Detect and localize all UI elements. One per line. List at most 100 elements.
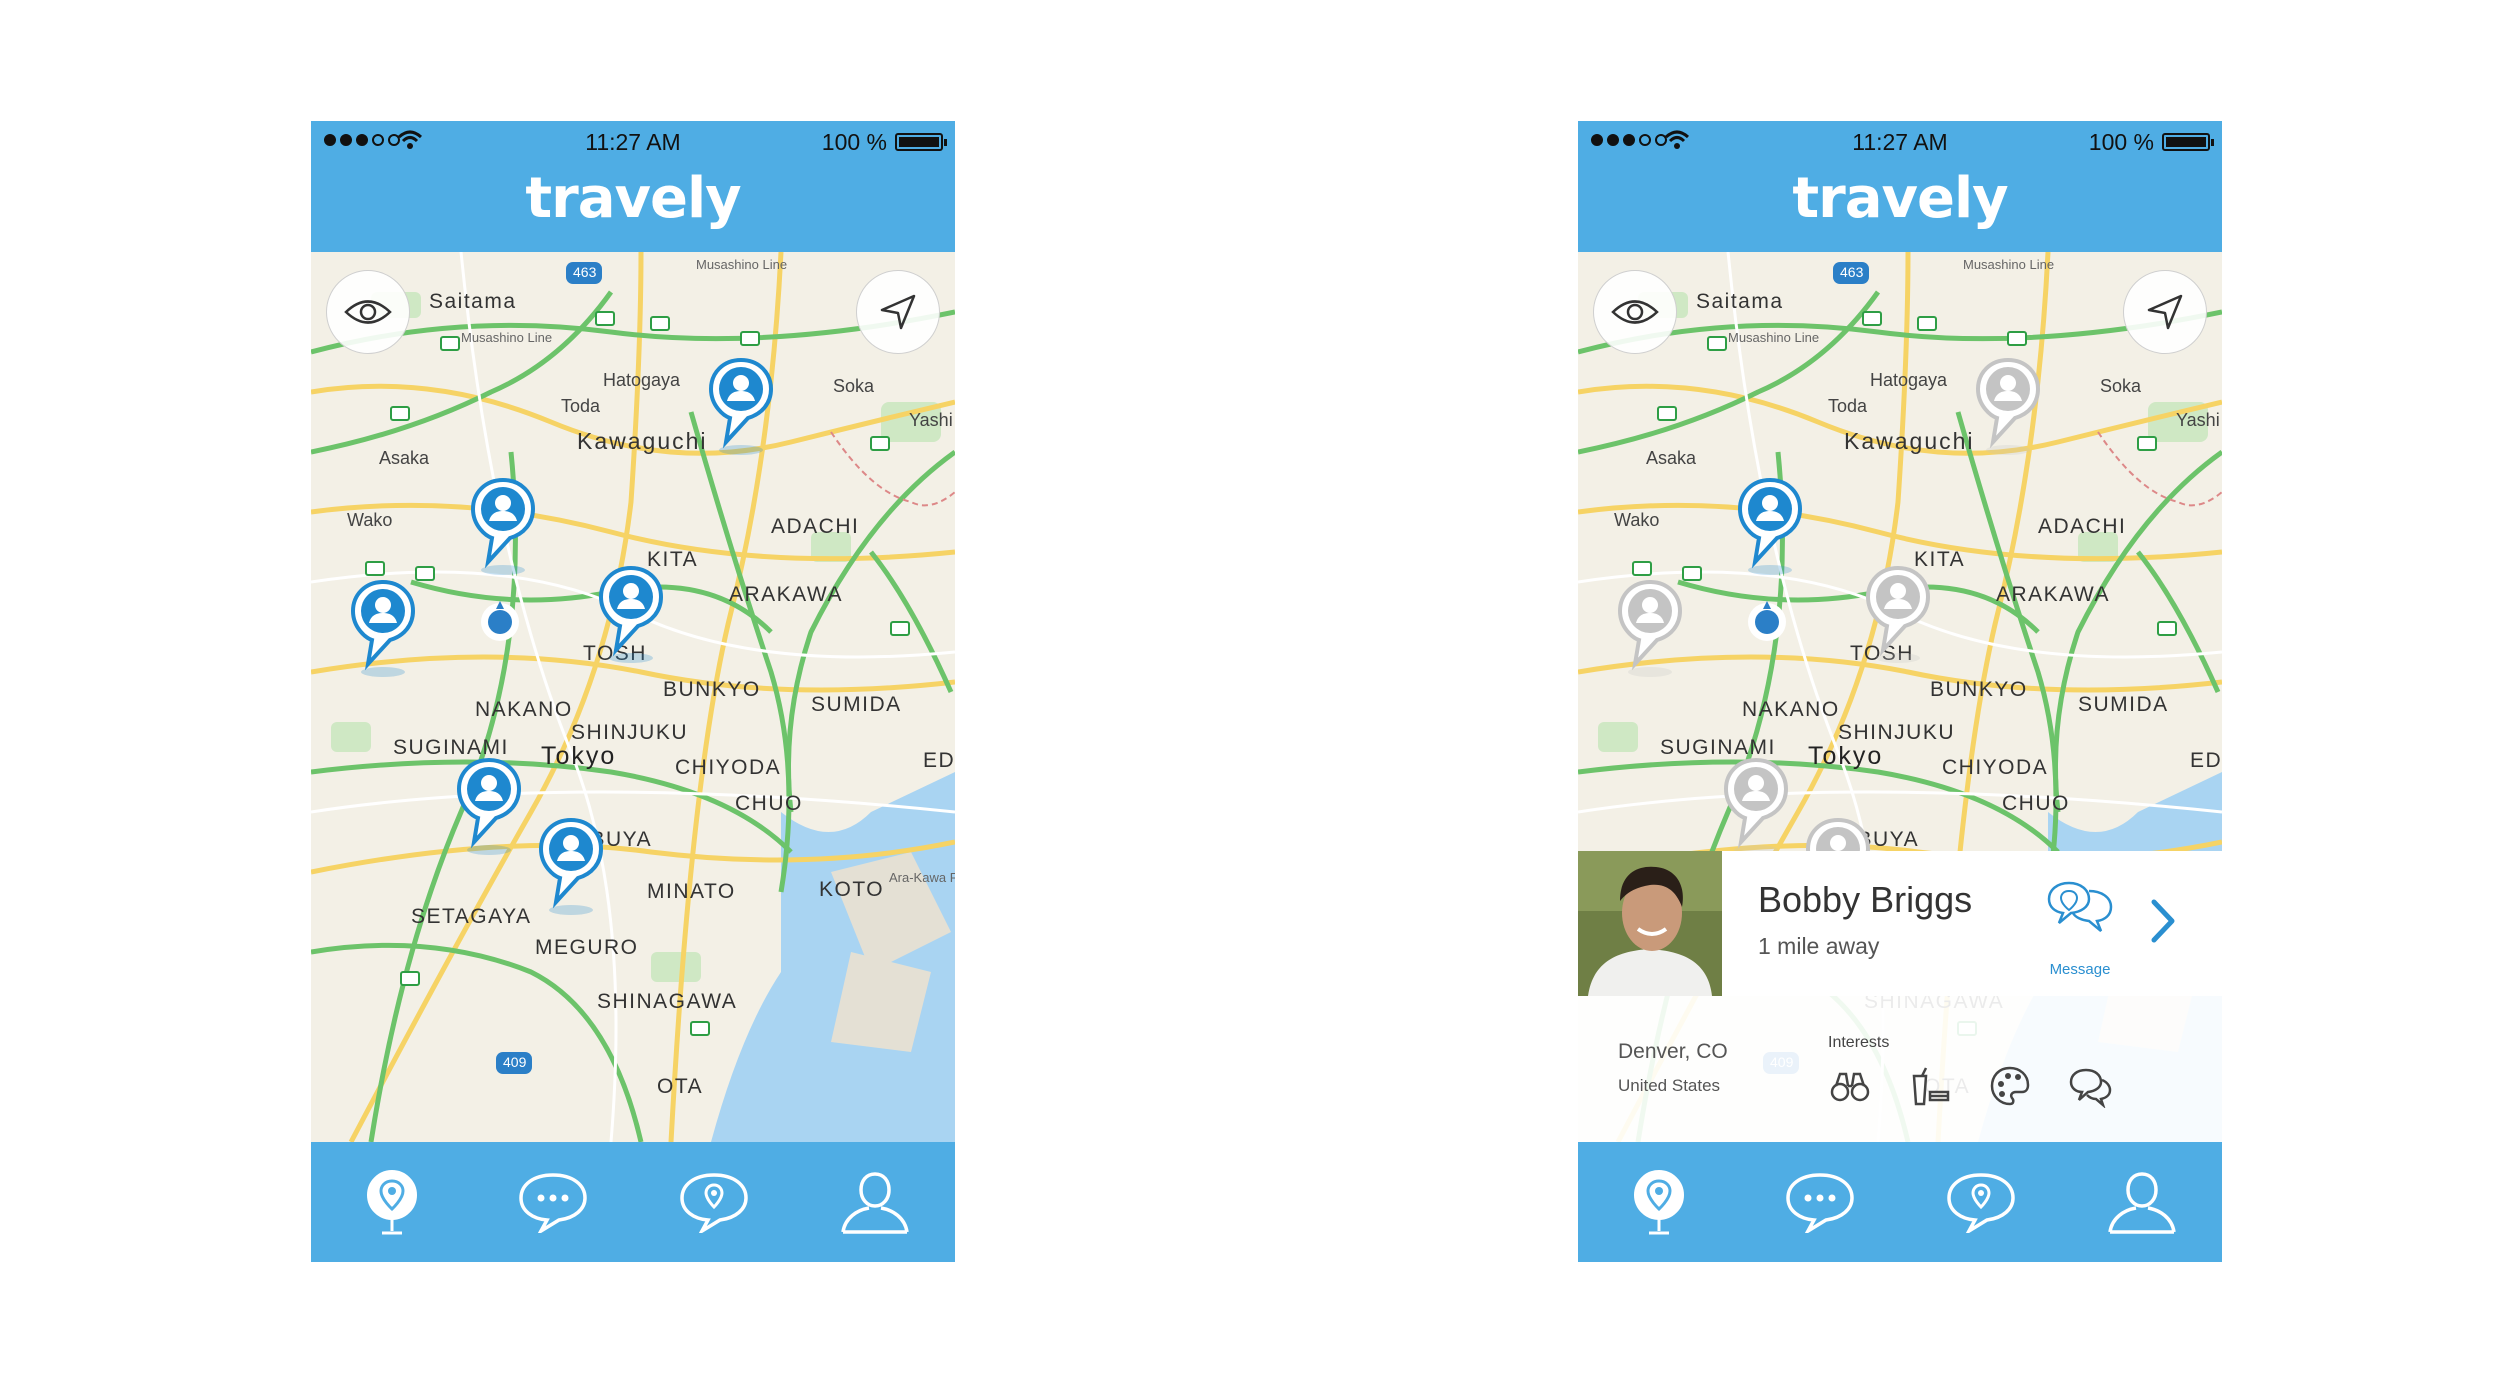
map-view[interactable]: 463 409 Saitama Musashino Line Musashino L… [311,252,955,1142]
battery-icon [2162,133,2214,151]
map-label-adachi: ADACHI [2038,515,2127,538]
map-label-meguro: MEGURO [535,936,639,959]
user-pin-icon[interactable] [1863,564,1933,664]
tab-bar [1578,1142,2222,1262]
avatar[interactable] [1578,851,1722,996]
map-label-kawaguchi: Kawaguchi [1844,428,1975,454]
map-label-bunkyo: BUNKYO [663,678,761,701]
tab-chats[interactable] [1775,1157,1865,1247]
chat-bubbles-icon [2069,1068,2112,1108]
map-label-asaka: Asaka [379,448,430,468]
highway-badge: 463 [573,264,597,280]
map-label-tokyo: Tokyo [1808,742,1884,770]
map-label-yashi: Yashi [2176,410,2220,430]
map-label-toda: Toda [1828,396,1868,416]
current-location-icon [1746,601,1788,643]
user-pin-icon[interactable] [1615,578,1685,678]
message-button[interactable]: Message [2040,877,2120,978]
map-label-ed: ED [923,749,955,772]
map-label-arakawa: ARAKAWA [729,583,843,606]
eye-icon [344,300,392,324]
tab-map[interactable] [1614,1157,1704,1247]
user-pin-icon[interactable] [536,816,606,916]
chevron-right-icon[interactable] [2148,896,2178,946]
highway-badge: 409 [503,1054,527,1070]
user-pin-icon[interactable] [468,476,538,576]
profile-city: Denver, CO [1618,1040,1728,1063]
navigation-arrow-icon [880,294,916,330]
profile-card-header: Bobby Briggs 1 mile away Message [1578,851,2222,996]
app-logo: travely [525,166,741,231]
map-label-bunkyo: BUNKYO [1930,678,2028,701]
map-label-musashino-line: Musashino Line [461,330,553,345]
map-label-sumida: SUMIDA [811,693,902,716]
map-label-arakawa-river: Ara-Kawa River [889,870,955,885]
tab-bar [311,1142,955,1262]
map-label-musashino-line-top: Musashino Line [696,257,788,272]
user-pin-icon[interactable] [1973,356,2043,456]
map-label-wako: Wako [1614,510,1660,530]
map-label-minato: MINATO [647,880,736,903]
map-label-musashino-line: Musashino Line [1728,330,1820,345]
tab-nearby-chat[interactable] [669,1157,759,1247]
locate-me-button[interactable] [2123,270,2207,354]
profile-card[interactable]: Bobby Briggs 1 mile away Message Denver,… [1578,851,2222,1142]
message-icon [2047,881,2113,932]
eye-icon [1611,300,1659,324]
map-label-setagaya: SETAGAYA [411,905,532,928]
map-label-saitama: Saitama [1696,290,1784,313]
chat-icon [518,1173,587,1233]
profile-icon [2107,1172,2176,1234]
tab-profile[interactable] [830,1157,920,1247]
location-chat-icon [1946,1173,2015,1233]
map-label-nakano: NAKANO [475,698,573,721]
tab-nearby-chat[interactable] [1936,1157,2026,1247]
map-label-adachi: ADACHI [771,515,860,538]
map-label-soka: Soka [833,376,875,396]
interests-list [1828,1064,2112,1108]
map-label-tokyo: Tokyo [541,742,617,770]
battery-percent: 100 % [2088,129,2154,155]
current-location-icon [479,601,521,643]
highway-badge: 463 [1840,264,1864,280]
map-label-chuo: CHUO [2002,792,2070,815]
app-header: 11:27 AM 100 % travely [311,121,955,252]
user-pin-icon[interactable] [454,756,524,856]
binoculars-icon [1830,1072,1870,1102]
user-pin-icon[interactable] [596,564,666,664]
map-label-nakano: NAKANO [1742,698,1840,721]
tab-profile[interactable] [2097,1157,2187,1247]
map-label-musashino-line-top: Musashino Line [1963,257,2055,272]
visibility-button[interactable] [326,270,410,354]
battery-icon [895,133,947,151]
map-label-ota: OTA [657,1075,704,1098]
map-pin-icon [366,1170,417,1235]
map-pin-icon [1633,1170,1684,1235]
map-label-hatogaya: Hatogaya [1870,370,1948,390]
map-label-sumida: SUMIDA [2078,693,2169,716]
user-pin-icon[interactable] [348,578,418,678]
tab-map[interactable] [347,1157,437,1247]
map-label-wako: Wako [347,510,393,530]
location-chat-icon [679,1173,748,1233]
map-label-yashi: Yashi [909,410,953,430]
profile-details: Denver, CO United States Interests [1578,996,2222,1142]
visibility-button[interactable] [1593,270,1677,354]
map-label-toda: Toda [561,396,601,416]
user-pin-icon[interactable] [1735,476,1805,576]
status-bar: 11:27 AM 100 % [1578,121,2222,161]
profile-name[interactable]: Bobby Briggs [1758,879,1972,921]
user-pin-icon[interactable] [706,356,776,456]
locate-me-button[interactable] [856,270,940,354]
art-palette-icon [1990,1066,2030,1106]
interests-label: Interests [1828,1034,1890,1051]
food-drink-icon [1912,1067,1950,1106]
user-pin-icon[interactable] [1721,756,1791,856]
map-label-shinagawa: SHINAGAWA [597,990,738,1013]
profile-icon [840,1172,909,1234]
tab-chats[interactable] [508,1157,598,1247]
map-label-kawaguchi: Kawaguchi [577,428,708,454]
phone-screen-map: 11:27 AM 100 % travely 463 409 Saitama M… [311,121,955,1262]
app-logo: travely [1792,166,2008,231]
phone-screen-profile: 11:27 AM 100 % travely 463 Saitama Musas… [1578,121,2222,1262]
